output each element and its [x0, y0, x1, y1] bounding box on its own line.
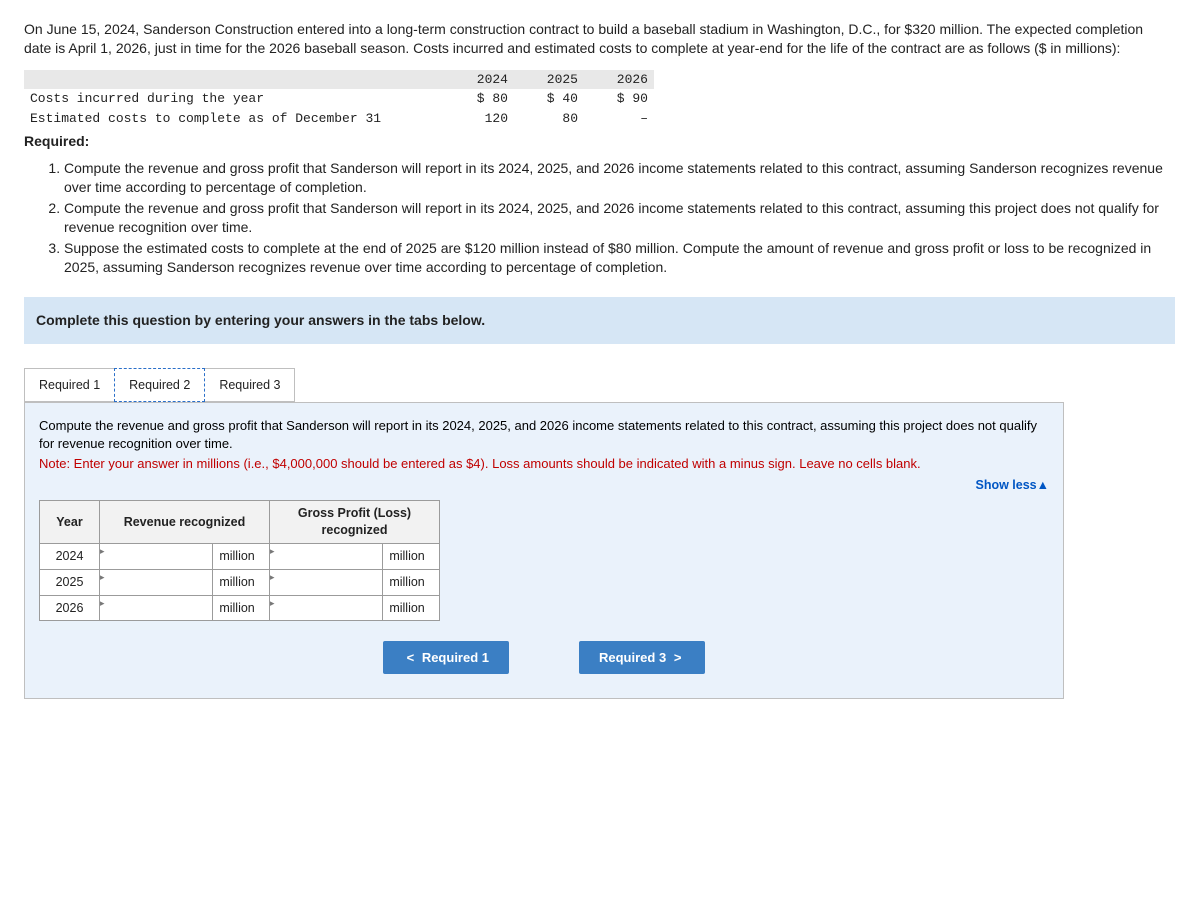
panel-instruction: Compute the revenue and gross profit tha… [39, 417, 1049, 452]
revenue-2026-input[interactable] [107, 597, 213, 619]
year-cell: 2024 [40, 543, 100, 569]
unit-label: million [213, 595, 270, 621]
nav-row: < Required 1 Required 3 > [39, 641, 1049, 674]
tab-required-3[interactable]: Required 3 [204, 368, 295, 403]
col-revenue: Revenue recognized [100, 501, 270, 544]
answer-table: Year Revenue recognized Gross Profit (Lo… [39, 500, 440, 621]
unit-label: million [383, 543, 440, 569]
table-row: 2026 ▸ million ▸ million [40, 595, 440, 621]
required-label: Required: [24, 132, 1175, 151]
gp-2024-input[interactable] [277, 545, 383, 567]
gp-2026-input[interactable] [277, 597, 383, 619]
year-cell: 2025 [40, 569, 100, 595]
table-row: 2025 ▸ million ▸ million [40, 569, 440, 595]
problem-text: On June 15, 2024, Sanderson Construction… [24, 20, 1164, 58]
instruction-bar: Complete this question by entering your … [24, 297, 1175, 344]
unit-label: million [213, 543, 270, 569]
requirements-list: Compute the revenue and gross profit tha… [44, 159, 1175, 276]
requirement-item: Suppose the estimated costs to complete … [64, 239, 1175, 277]
requirement-item: Compute the revenue and gross profit tha… [64, 199, 1175, 237]
unit-label: million [213, 569, 270, 595]
col-year: Year [40, 501, 100, 544]
chevron-right-icon: > [674, 650, 682, 665]
unit-label: million [383, 569, 440, 595]
chevron-up-icon: ▲ [1037, 478, 1049, 492]
panel-note: Note: Enter your answer in millions (i.e… [39, 455, 1049, 473]
gp-2025-input[interactable] [277, 571, 383, 593]
tab-panel: Compute the revenue and gross profit tha… [24, 402, 1064, 699]
show-less-toggle[interactable]: Show less▲ [975, 477, 1049, 494]
revenue-2024-input[interactable] [107, 545, 213, 567]
tab-required-1[interactable]: Required 1 [24, 368, 115, 403]
tab-required-2[interactable]: Required 2 [114, 368, 205, 403]
prev-button[interactable]: < Required 1 [383, 641, 509, 674]
year-cell: 2026 [40, 595, 100, 621]
unit-label: million [383, 595, 440, 621]
chevron-left-icon: < [407, 650, 415, 665]
next-button[interactable]: Required 3 > [579, 641, 705, 674]
table-row: 2024 ▸ million ▸ million [40, 543, 440, 569]
tab-row: Required 1 Required 2 Required 3 [24, 368, 1175, 403]
cost-data-table: 2024 2025 2026 Costs incurred during the… [24, 70, 654, 129]
requirement-item: Compute the revenue and gross profit tha… [64, 159, 1175, 197]
revenue-2025-input[interactable] [107, 571, 213, 593]
col-gross-profit: Gross Profit (Loss) recognized [270, 501, 440, 544]
